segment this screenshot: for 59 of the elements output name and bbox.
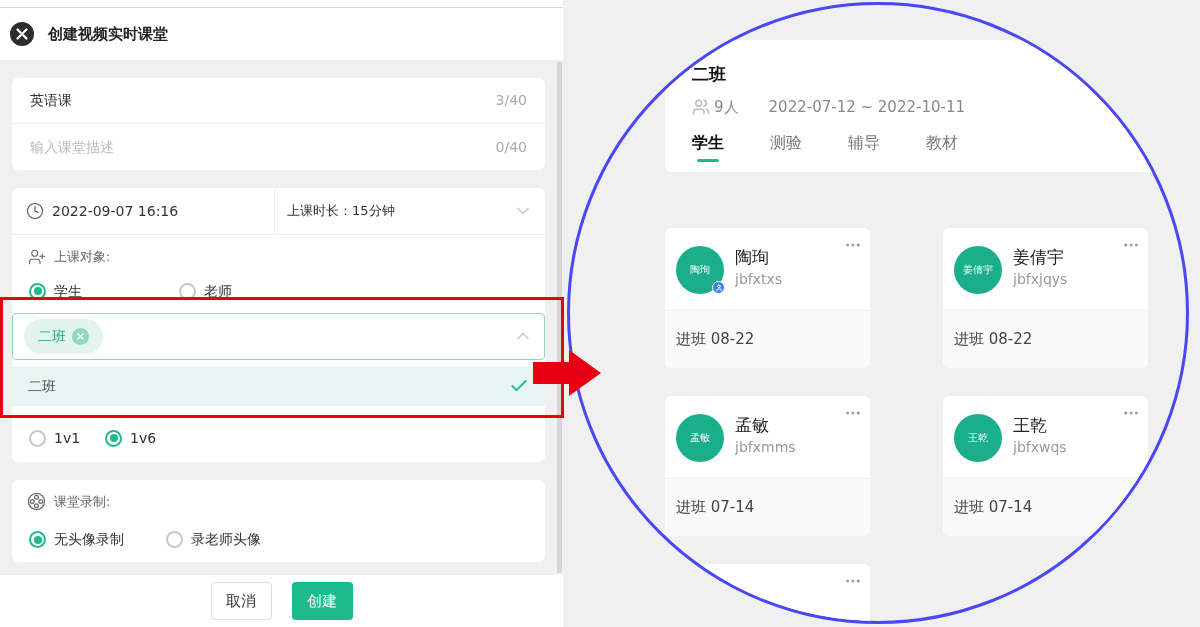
radio-button[interactable] (179, 282, 196, 300)
member-count: 9人 (714, 97, 739, 118)
start-time-field[interactable]: 2022-09-07 16:16 (52, 200, 179, 222)
student-account: jbfxmms (735, 438, 796, 457)
radio-button[interactable] (29, 429, 46, 447)
scrollbar[interactable] (557, 62, 562, 573)
radio-button[interactable] (29, 282, 46, 300)
student-card[interactable]: 姜倩宇 姜倩宇 jbfxjqys 进班 08-22 (943, 228, 1148, 368)
close-icon[interactable] (10, 22, 34, 46)
student-card[interactable]: 陶珣 陶珣 jbfxtxs 进班 08-22 (665, 228, 870, 368)
dialog-title: 创建视频实时课堂 (48, 23, 168, 45)
radio-label: 老师 (204, 281, 232, 301)
student-name: 孟敏 (735, 414, 770, 436)
clock-icon (26, 202, 44, 220)
join-date: 进班 08-22 (954, 329, 1033, 351)
avatar-text: 陶珣 (690, 265, 710, 275)
student-account: jbfxtxs (735, 270, 783, 289)
tab[interactable]: 学生 (692, 130, 724, 162)
avatar-text: 姜倩宇 (963, 265, 993, 275)
join-date: 进班 07-14 (676, 497, 755, 519)
character-count: 3/40 (495, 91, 527, 110)
join-date: 进班 07-14 (954, 497, 1033, 519)
users-icon (692, 98, 710, 117)
student-name: 王乾 (1013, 414, 1048, 436)
student-card[interactable]: 孟敏 孟敏 jbfxmms 进班 07-14 (665, 396, 870, 536)
cancel-button[interactable]: 取消 (210, 582, 272, 620)
student-card[interactable]: 王乾 王乾 jbfxwqs 进班 07-14 (943, 396, 1148, 536)
option-label: 二班 (28, 376, 56, 396)
student-name: 陶珣 (735, 246, 770, 268)
tag-label: 二班 (38, 326, 66, 346)
dropdown-option[interactable]: 二班 (12, 366, 545, 406)
tab[interactable]: 教材 (926, 130, 958, 162)
radio-label: 录老师头像 (191, 530, 261, 549)
duration-field[interactable]: 上课时长：15分钟 (287, 201, 395, 221)
class-title: 二班 (692, 63, 727, 86)
student-name: 姜倩宇 (1013, 246, 1065, 268)
radio-label: 1v1 (54, 428, 81, 448)
student-account: jbfxjqys (1013, 270, 1068, 289)
radio-button[interactable] (166, 531, 183, 548)
section-label: 课堂录制: (54, 492, 111, 511)
student-account: jbfxwqs (1013, 438, 1067, 457)
radio-label: 无头像录制 (54, 530, 124, 549)
film-reel-icon (27, 491, 46, 511)
remove-icon[interactable] (72, 327, 89, 345)
user-plus-icon (28, 247, 46, 266)
section-label: 上课对象: (54, 248, 111, 266)
tab[interactable]: 辅导 (848, 130, 880, 162)
course-name-field[interactable]: 英语课 (30, 90, 72, 111)
radio-label: 学生 (54, 281, 82, 301)
radio-button[interactable] (105, 429, 123, 447)
avatar-text: 孟敏 (690, 433, 710, 443)
radio-button[interactable] (29, 531, 46, 548)
character-count: 0/40 (495, 137, 527, 157)
tab[interactable]: 测验 (770, 130, 802, 162)
avatar-text: 王乾 (968, 433, 988, 443)
date-range: 2022-07-12 ~ 2022-10-11 (768, 97, 965, 118)
arrow-icon (533, 350, 601, 396)
radio-label: 1v6 (130, 428, 157, 448)
join-date: 进班 08-22 (676, 329, 755, 351)
